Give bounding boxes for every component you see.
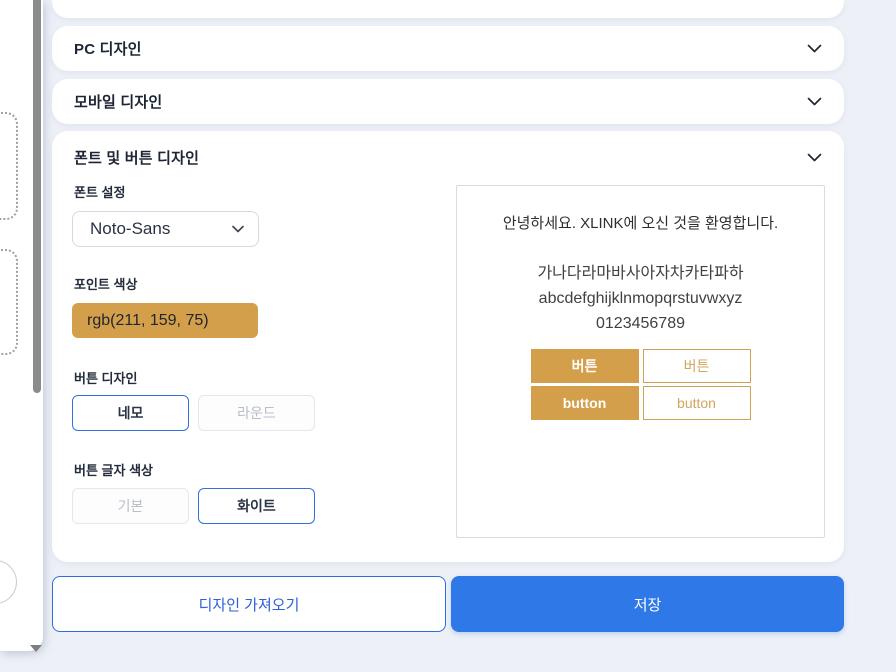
button-text-color-option-default[interactable]: 기본 xyxy=(72,488,189,524)
button-design-option-square[interactable]: 네모 xyxy=(72,395,189,431)
design-preview-panel: 안녕하세요. XLINK에 오신 것을 환영합니다. 가나다라마바사아자차카타파… xyxy=(456,185,825,538)
preview-sample-text: 가나다라마바사아자차카타파하 abcdefghijklnmopqrstuvwxy… xyxy=(457,261,824,336)
accordion-header-mobile-design[interactable]: 모바일 디자인 xyxy=(52,79,844,124)
point-color-label: 포인트 색상 xyxy=(74,274,137,293)
preview-button-outline-ko: 버튼 xyxy=(643,349,751,383)
left-editor-panel xyxy=(0,0,43,651)
preview-korean-sample: 가나다라마바사아자차카타파하 xyxy=(457,261,824,286)
preview-button-grid: 버튼 버튼 button button xyxy=(531,349,751,420)
preview-button-outline-en: button xyxy=(643,386,751,420)
circle-widget xyxy=(0,560,17,604)
import-design-button[interactable]: 디자인 가져오기 xyxy=(52,576,446,632)
chevron-down-icon xyxy=(807,97,822,106)
accordion-label: 모바일 디자인 xyxy=(74,91,162,112)
font-setting-label: 폰트 설정 xyxy=(74,182,125,201)
accordion-header-font-button-design[interactable]: 폰트 및 버튼 디자인 xyxy=(74,131,822,183)
button-text-color-label: 버튼 글자 색상 xyxy=(74,460,153,479)
font-select-value: Noto-Sans xyxy=(90,219,170,239)
font-select[interactable]: Noto-Sans xyxy=(72,211,259,247)
preview-latin-sample: abcdefghijklnmopqrstuvwxyz xyxy=(457,286,824,311)
design-settings-screen: PC 디자인 모바일 디자인 폰트 및 버튼 디자인 폰트 설정 Noto-Sa… xyxy=(0,0,896,672)
accordion-label: PC 디자인 xyxy=(74,38,142,59)
point-color-value: rgb(211, 159, 75) xyxy=(87,312,209,330)
preview-digits-sample: 0123456789 xyxy=(457,311,824,336)
dashed-placeholder xyxy=(0,249,18,355)
scrollbar-arrow-down-icon[interactable] xyxy=(30,645,42,652)
preview-greeting-text: 안녕하세요. XLINK에 오신 것을 환영합니다. xyxy=(457,186,824,234)
font-button-design-section: 폰트 및 버튼 디자인 폰트 설정 Noto-Sans 포인트 색상 rgb(2… xyxy=(52,131,844,562)
button-design-toggle-group: 네모 라운드 xyxy=(72,395,315,431)
chevron-down-icon xyxy=(807,44,822,53)
button-design-label: 버튼 디자인 xyxy=(74,368,137,387)
save-button[interactable]: 저장 xyxy=(451,576,844,632)
card-partial-top xyxy=(52,0,844,18)
button-text-color-toggle-group: 기본 화이트 xyxy=(72,488,315,524)
chevron-down-icon xyxy=(807,153,822,162)
accordion-header-pc-design[interactable]: PC 디자인 xyxy=(52,26,844,71)
section-title: 폰트 및 버튼 디자인 xyxy=(74,147,199,168)
point-color-swatch[interactable]: rgb(211, 159, 75) xyxy=(72,303,258,338)
preview-button-filled-en: button xyxy=(531,386,639,420)
button-text-color-option-white[interactable]: 화이트 xyxy=(198,488,315,524)
button-design-option-round[interactable]: 라운드 xyxy=(198,395,315,431)
chevron-down-icon xyxy=(232,225,244,233)
preview-button-filled-ko: 버튼 xyxy=(531,349,639,383)
dashed-placeholder xyxy=(0,112,18,220)
scrollbar-thumb[interactable] xyxy=(33,0,41,393)
